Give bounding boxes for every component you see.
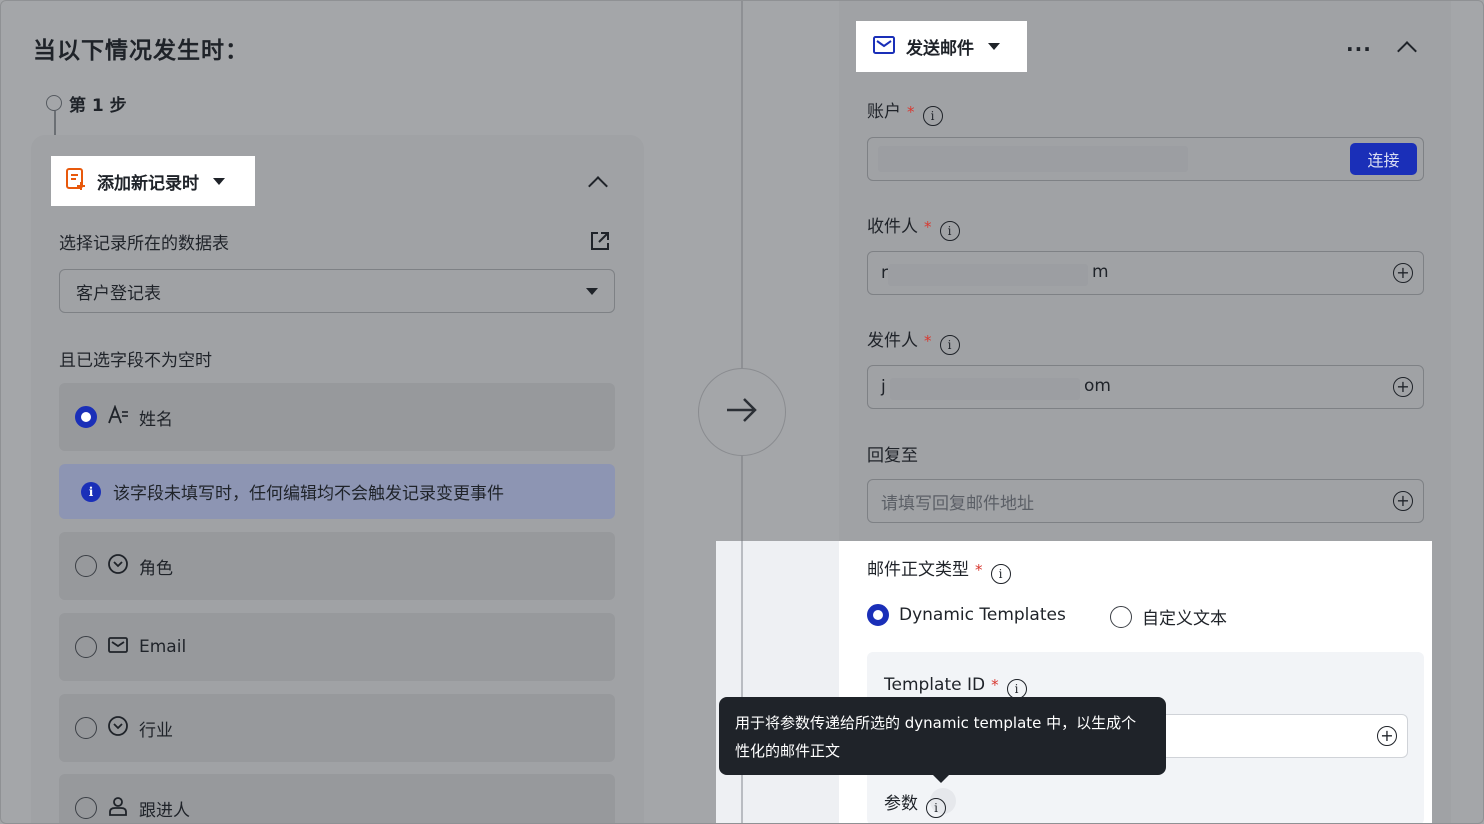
required-mark: *: [975, 561, 983, 579]
radio-unselected[interactable]: [75, 797, 97, 819]
radio-unselected[interactable]: [75, 717, 97, 739]
mail-icon: [872, 35, 896, 59]
select-field-icon: [107, 715, 129, 742]
page-title: 当以下情况发生时：: [33, 38, 249, 64]
body-type-label-text: 邮件正文类型: [867, 560, 969, 580]
select-field-icon: [107, 553, 129, 580]
field-option-owner[interactable]: 跟进人: [59, 774, 615, 823]
body-type-option-custom[interactable]: 自定义文本: [1110, 604, 1227, 629]
reply-to-input[interactable]: 请填写回复邮件地址 +: [867, 479, 1424, 523]
sender-value-end: om: [1084, 376, 1111, 396]
params-label: 参数 i: [884, 789, 946, 818]
recipient-value-start: r: [881, 263, 888, 283]
tooltip-tail: [932, 774, 950, 783]
radio-selected[interactable]: [867, 604, 889, 626]
radio-selected[interactable]: [75, 406, 97, 428]
step-marker: [46, 95, 62, 111]
body-type-label: 邮件正文类型 * i: [867, 555, 1011, 584]
add-circle-icon[interactable]: +: [1377, 726, 1397, 746]
required-mark: *: [924, 218, 932, 236]
template-id-label: Template ID * i: [884, 675, 1027, 699]
radio-unselected[interactable]: [75, 555, 97, 577]
recipient-label-text: 收件人: [867, 217, 918, 237]
info-icon: i: [81, 481, 101, 502]
reply-to-label: 回复至: [867, 446, 918, 466]
sender-value-start: j: [881, 377, 886, 397]
field-option-label: 行业: [139, 720, 173, 741]
field-option-label: 姓名: [139, 409, 173, 430]
redacted-value: [890, 378, 1080, 400]
info-icon[interactable]: i: [922, 106, 943, 126]
body-type-option-label: Dynamic Templates: [899, 605, 1066, 625]
add-circle-icon[interactable]: +: [1393, 263, 1413, 283]
email-field-icon: [107, 635, 129, 660]
sender-label: 发件人 * i: [867, 326, 960, 355]
trigger-type-selector[interactable]: 添加新记录时: [51, 156, 255, 206]
info-icon[interactable]: i: [990, 564, 1011, 584]
condition-label: 且已选字段不为空时: [59, 351, 212, 371]
automation-editor: 当以下情况发生时： 第 1 步 添加新记录时 选择记录所在的数据表 客户登记表: [0, 0, 1484, 824]
info-notice-text: 该字段未填写时，任何编辑均不会触发记录变更事件: [113, 484, 504, 504]
table-select[interactable]: 客户登记表: [59, 269, 615, 313]
params-label-text: 参数: [884, 794, 918, 814]
add-circle-icon[interactable]: +: [1393, 377, 1413, 397]
radio-unselected[interactable]: [75, 636, 97, 658]
field-option-email[interactable]: Email: [59, 613, 615, 681]
connect-button[interactable]: 连接: [1350, 143, 1417, 175]
action-type-label: 发送邮件: [906, 39, 974, 59]
body-type-option-label: 自定义文本: [1142, 609, 1227, 629]
caret-down-icon: [988, 43, 1000, 50]
account-field[interactable]: 连接: [867, 137, 1424, 181]
template-id-input[interactable]: +: [1141, 714, 1408, 758]
info-icon[interactable]: i: [1006, 679, 1027, 699]
person-field-icon: [107, 795, 129, 822]
radio-unselected[interactable]: [1110, 605, 1132, 628]
add-record-icon: [65, 167, 87, 195]
info-icon[interactable]: i: [939, 335, 960, 355]
field-option-name[interactable]: 姓名: [59, 383, 615, 451]
redacted-value: [888, 264, 1088, 286]
field-option-label: 跟进人: [139, 800, 190, 821]
action-type-selector[interactable]: 发送邮件: [856, 21, 1027, 72]
caret-down-icon: [213, 177, 225, 185]
caret-down-icon: [586, 288, 598, 295]
field-option-label: Email: [139, 637, 187, 657]
trigger-type-label: 添加新记录时: [97, 173, 199, 194]
required-mark: *: [991, 676, 999, 694]
body-type-option-dynamic[interactable]: Dynamic Templates: [867, 604, 1066, 626]
field-option-label: 角色: [139, 558, 173, 579]
arrow-right-icon: [725, 397, 759, 427]
account-label: 账户 * i: [867, 97, 943, 126]
table-select-value: 客户登记表: [76, 283, 161, 304]
redacted-value: [878, 146, 1188, 172]
sender-label-text: 发件人: [867, 331, 918, 351]
add-circle-icon[interactable]: +: [1393, 491, 1413, 511]
reply-to-placeholder: 请填写回复邮件地址: [881, 493, 1034, 514]
step-label: 第 1 步: [69, 96, 127, 116]
account-label-text: 账户: [867, 102, 901, 122]
table-select-label: 选择记录所在的数据表: [59, 234, 229, 254]
recipient-label: 收件人 * i: [867, 212, 960, 241]
field-option-role[interactable]: 角色: [59, 532, 615, 600]
info-icon[interactable]: i: [926, 798, 946, 818]
text-field-icon: [107, 403, 129, 430]
template-id-label-text: Template ID: [884, 675, 986, 695]
tooltip-text: 用于将参数传递给所选的 dynamic template 中，以生成个性化的邮件…: [735, 714, 1137, 760]
recipient-field[interactable]: r m +: [867, 251, 1424, 295]
info-notice: i 该字段未填写时，任何编辑均不会触发记录变更事件: [59, 464, 615, 519]
required-mark: *: [907, 103, 915, 121]
panel-gutter: [716, 541, 839, 823]
flow-arrow: [698, 368, 786, 456]
info-icon[interactable]: i: [939, 221, 960, 241]
flow-line-highlight: [741, 541, 743, 823]
required-mark: *: [924, 332, 932, 350]
params-tooltip: 用于将参数传递给所选的 dynamic template 中，以生成个性化的邮件…: [719, 697, 1166, 783]
open-external-icon[interactable]: [589, 230, 611, 256]
recipient-value-end: m: [1092, 262, 1109, 282]
sender-field[interactable]: j om +: [867, 365, 1424, 409]
more-options-icon[interactable]: ···: [1346, 37, 1372, 61]
field-option-industry[interactable]: 行业: [59, 694, 615, 762]
